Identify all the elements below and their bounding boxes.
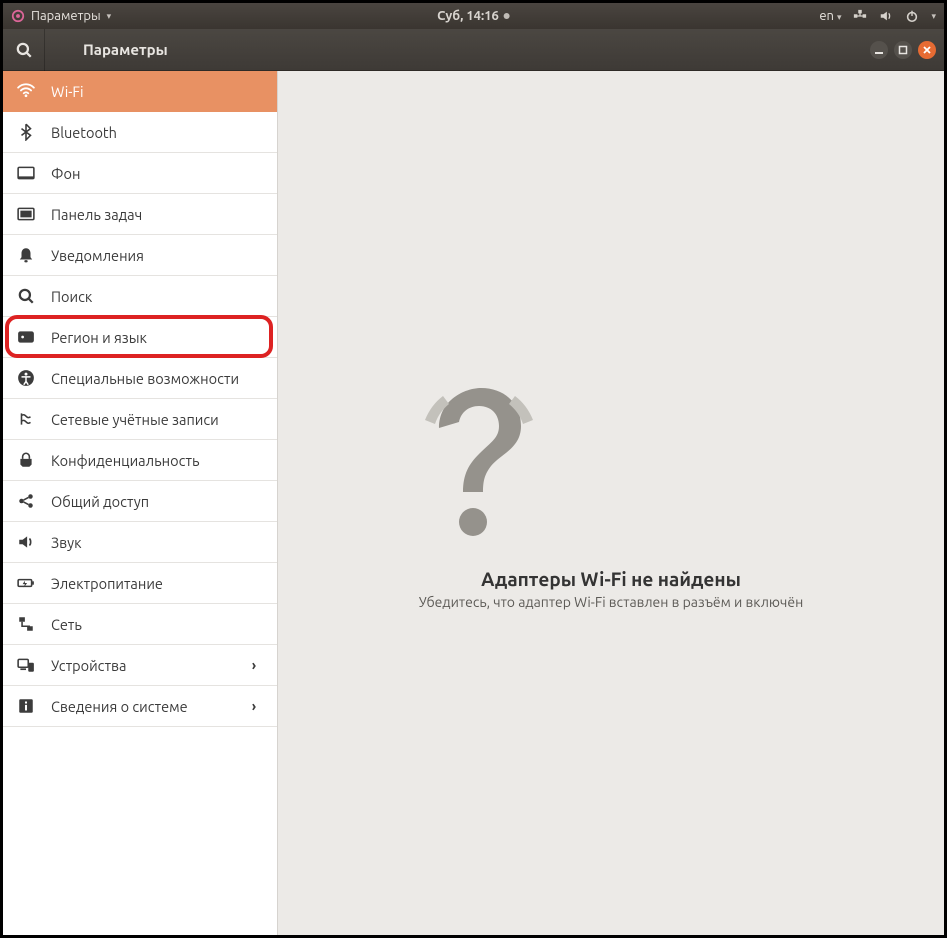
sidebar-item-network[interactable]: Сеть	[3, 604, 277, 645]
settings-sidebar: Wi-Fi Bluetooth Фон Панель задач Уведомл…	[3, 71, 278, 935]
app-menu-label: Параметры	[31, 9, 101, 23]
sidebar-item-bluetooth[interactable]: Bluetooth	[3, 112, 277, 153]
chevron-down-icon: ▾	[837, 12, 842, 22]
dock-icon	[17, 205, 35, 223]
sidebar-item-about[interactable]: Сведения о системе ›	[3, 686, 277, 727]
settings-app-icon	[11, 9, 25, 23]
bluetooth-icon	[17, 123, 35, 141]
empty-state-subtitle: Убедитесь, что адаптер Wi-Fi вставлен в …	[419, 594, 804, 610]
window-headerbar: Параметры	[3, 29, 944, 71]
network-icon[interactable]	[853, 9, 867, 23]
wifi-empty-state: Адаптеры Wi-Fi не найдены Убедитесь, что…	[419, 380, 804, 610]
sidebar-item-wifi[interactable]: Wi-Fi	[3, 71, 277, 112]
bell-icon	[17, 246, 35, 264]
sidebar-item-accessibility[interactable]: Специальные возможности	[3, 358, 277, 399]
online-accounts-icon	[17, 410, 35, 428]
sidebar-item-label: Фон	[51, 165, 263, 182]
sidebar-item-label: Панель задач	[51, 206, 263, 223]
sidebar-item-sharing[interactable]: Общий доступ	[3, 481, 277, 522]
wifi-icon	[17, 82, 35, 100]
chevron-down-icon: ▾	[931, 11, 936, 22]
sidebar-item-background[interactable]: Фон	[3, 153, 277, 194]
sidebar-item-label: Звук	[51, 534, 263, 551]
sidebar-item-dock[interactable]: Панель задач	[3, 194, 277, 235]
devices-icon	[17, 656, 35, 674]
sidebar-item-privacy[interactable]: Конфиденциальность	[3, 440, 277, 481]
privacy-icon	[17, 451, 35, 469]
sidebar-item-label: Сведения о системе	[51, 698, 229, 715]
keyboard-layout-label: en	[819, 9, 834, 23]
sidebar-item-label: Поиск	[51, 288, 263, 305]
search-icon	[17, 287, 35, 305]
region-language-icon	[17, 328, 35, 346]
clock-label: Суб, 14:16	[437, 9, 499, 23]
chevron-right-icon: ›	[245, 698, 263, 714]
window-title: Параметры	[45, 41, 277, 58]
sidebar-item-region[interactable]: Регион и язык	[3, 317, 277, 358]
clock[interactable]: Суб, 14:16	[437, 9, 510, 23]
sidebar-item-sound[interactable]: Звук	[3, 522, 277, 563]
search-button[interactable]	[3, 29, 45, 71]
sidebar-item-label: Сеть	[51, 616, 263, 633]
network-icon	[17, 615, 35, 633]
sound-icon	[17, 533, 35, 551]
sidebar-item-label: Bluetooth	[51, 124, 263, 141]
sidebar-item-label: Устройства	[51, 657, 229, 674]
empty-state-title: Адаптеры Wi-Fi не найдены	[419, 568, 804, 590]
info-icon	[17, 697, 35, 715]
keyboard-layout-indicator[interactable]: en ▾	[819, 9, 841, 23]
gnome-top-bar: Параметры ▾ Суб, 14:16 en ▾ ▾	[3, 3, 944, 29]
content-pane: Адаптеры Wi-Fi не найдены Убедитесь, что…	[278, 71, 944, 935]
minimize-button[interactable]	[870, 41, 888, 59]
share-icon	[17, 492, 35, 510]
sidebar-item-power[interactable]: Электропитание	[3, 563, 277, 604]
sidebar-item-label: Регион и язык	[51, 329, 263, 346]
close-button[interactable]	[918, 41, 936, 59]
sidebar-item-label: Сетевые учётные записи	[51, 411, 263, 428]
sidebar-item-label: Электропитание	[51, 575, 263, 592]
accessibility-icon	[17, 369, 35, 387]
sidebar-item-online-accounts[interactable]: Сетевые учётные записи	[3, 399, 277, 440]
sidebar-item-search[interactable]: Поиск	[3, 276, 277, 317]
sidebar-item-label: Уведомления	[51, 247, 263, 264]
maximize-button[interactable]	[894, 41, 912, 59]
sidebar-item-label: Wi-Fi	[51, 83, 263, 100]
app-menu[interactable]: Параметры ▾	[11, 9, 111, 23]
chevron-right-icon: ›	[245, 657, 263, 673]
volume-icon[interactable]	[879, 9, 893, 23]
power-battery-icon	[17, 574, 35, 592]
background-icon	[17, 164, 35, 182]
sidebar-item-label: Конфиденциальность	[51, 452, 263, 469]
power-icon[interactable]	[905, 9, 919, 23]
question-mark-icon	[419, 380, 804, 550]
notification-dot-icon	[504, 13, 510, 19]
sidebar-item-label: Общий доступ	[51, 493, 263, 510]
sidebar-item-notifications[interactable]: Уведомления	[3, 235, 277, 276]
sidebar-item-devices[interactable]: Устройства ›	[3, 645, 277, 686]
chevron-down-icon: ▾	[107, 11, 112, 22]
sidebar-item-label: Специальные возможности	[51, 370, 263, 387]
